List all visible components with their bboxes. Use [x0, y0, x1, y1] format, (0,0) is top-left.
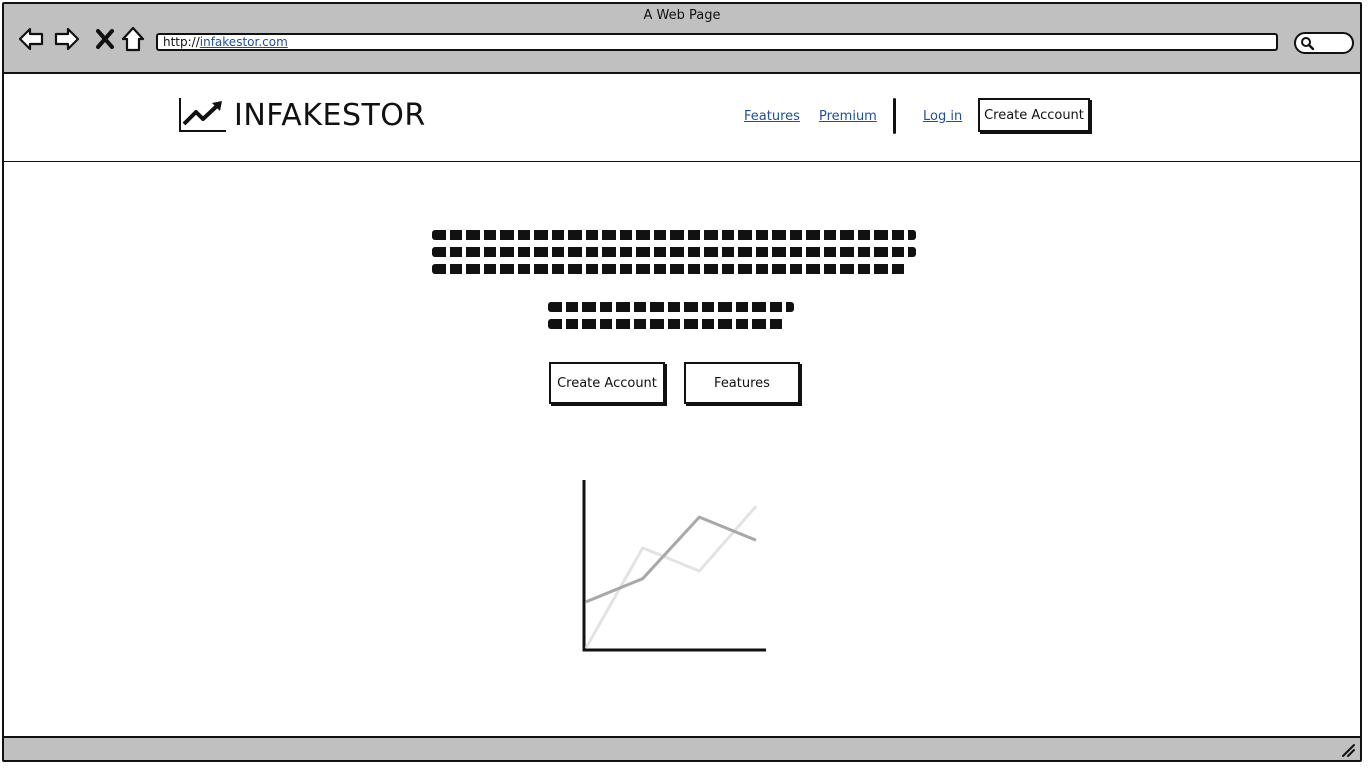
browser-chrome: A Web Page http://infakestor.com	[4, 4, 1360, 74]
line-chart-svg	[582, 480, 766, 652]
browser-window: A Web Page http://infakestor.com INFAKES…	[2, 2, 1362, 762]
close-icon	[96, 29, 114, 49]
chart-series-line	[584, 505, 758, 649]
arrow-left-icon	[18, 27, 44, 51]
back-button[interactable]	[16, 24, 46, 54]
home-icon	[121, 26, 145, 52]
stop-button[interactable]	[90, 24, 120, 54]
hero-text-line	[432, 247, 916, 257]
hero-subtext-line	[548, 302, 794, 312]
hero-features-button[interactable]: Features	[684, 362, 800, 404]
site-header: INFAKESTOR Features Premium Log in Creat…	[4, 74, 1360, 162]
hero-text-line	[432, 264, 908, 274]
nav-link-features[interactable]: Features	[744, 109, 800, 124]
address-scheme: http://	[163, 35, 200, 49]
resize-grip-icon[interactable]	[1340, 742, 1356, 758]
nav-separator	[893, 98, 896, 134]
status-bar	[4, 736, 1360, 760]
nav-link-premium[interactable]: Premium	[819, 109, 877, 124]
forward-button[interactable]	[52, 24, 82, 54]
hero-text-line	[432, 230, 916, 240]
home-button[interactable]	[118, 24, 148, 54]
search-icon	[1301, 37, 1314, 50]
window-title: A Web Page	[643, 8, 721, 23]
line-chart	[574, 474, 784, 664]
header-create-account-button[interactable]: Create Account	[978, 98, 1090, 132]
trending-up-icon	[179, 98, 226, 132]
address-host[interactable]: infakestor.com	[200, 35, 288, 49]
logo-text[interactable]: INFAKESTOR	[234, 98, 426, 133]
browser-search-field[interactable]	[1294, 32, 1354, 54]
chart-axes	[582, 480, 766, 652]
hero-create-account-button[interactable]: Create Account	[549, 362, 665, 404]
hero-subtext-line	[548, 319, 784, 329]
address-bar[interactable]: http://infakestor.com	[156, 33, 1278, 51]
arrow-right-icon	[54, 27, 80, 51]
nav-link-login[interactable]: Log in	[923, 109, 962, 124]
